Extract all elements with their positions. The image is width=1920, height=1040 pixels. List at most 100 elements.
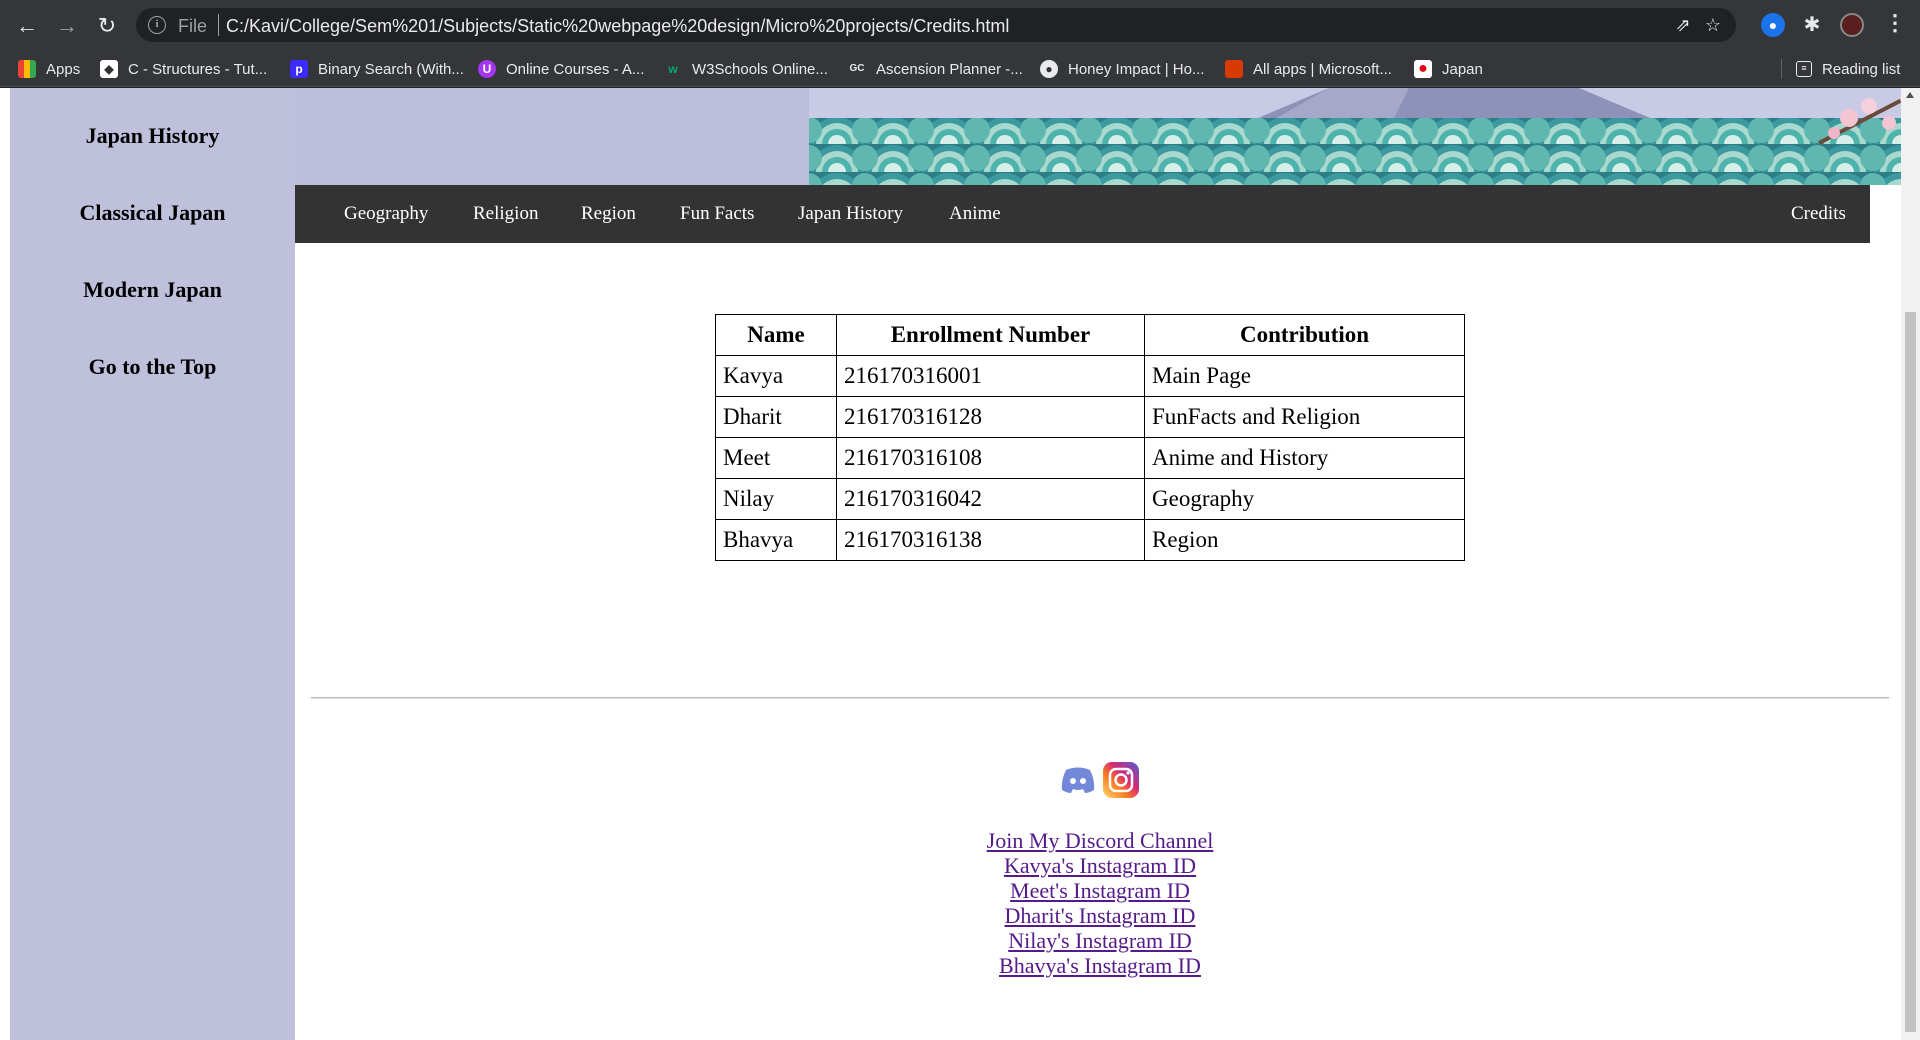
- tutorial-site-icon: ◆: [100, 60, 118, 78]
- column-header-name: Name: [715, 314, 837, 356]
- bookmark-star-icon[interactable]: ☆: [1702, 14, 1724, 36]
- apps-grid-icon: [18, 60, 36, 78]
- cell-contribution: Geography: [1144, 478, 1465, 520]
- extensions-puzzle-icon[interactable]: ✱: [1800, 13, 1824, 37]
- cell-name: Nilay: [715, 478, 837, 520]
- cell-name: Meet: [715, 437, 837, 479]
- page-viewport: Japan History Classical Japan Modern Jap…: [0, 88, 1920, 1040]
- programiz-icon: p: [290, 60, 308, 78]
- link-bhavya-instagram[interactable]: Bhavya's Instagram ID: [0, 953, 1920, 978]
- bookmarks-divider: [1781, 59, 1782, 79]
- reading-list-button[interactable]: ≡ Reading list: [1796, 51, 1900, 87]
- microsoft-office-icon: [1225, 60, 1243, 78]
- instagram-icon[interactable]: [1102, 761, 1140, 799]
- table-row: Bhavya 216170316138 Region: [715, 519, 1465, 561]
- table-row: Nilay 216170316042 Geography: [715, 478, 1465, 520]
- social-icons: [1060, 760, 1140, 800]
- nav-link-religion[interactable]: Religion: [473, 185, 538, 243]
- back-arrow-icon[interactable]: ←: [13, 12, 41, 40]
- sidebar-item-japan-history[interactable]: Japan History: [10, 123, 295, 149]
- japan-flag-icon: ●: [1414, 60, 1432, 78]
- omnibox-divider: [218, 14, 219, 36]
- banner-image: [809, 88, 1920, 185]
- discord-icon[interactable]: [1060, 766, 1096, 794]
- top-navigation-bar: Geography Religion Region Fun Facts Japa…: [295, 185, 1870, 243]
- link-discord-channel[interactable]: Join My Discord Channel: [0, 828, 1920, 853]
- scrollbar-thumb[interactable]: [1905, 312, 1916, 1032]
- address-bar[interactable]: i File C:/Kavi/College/Sem%201/Subjects/…: [136, 8, 1736, 42]
- bookmark-label: Online Courses - A...: [506, 60, 645, 78]
- menu-kebab-icon[interactable]: ⋮: [1884, 10, 1906, 36]
- bookmark-c-structures[interactable]: ◆ C - Structures - Tut...: [100, 51, 267, 87]
- vertical-scrollbar[interactable]: [1901, 88, 1920, 1040]
- nav-link-anime[interactable]: Anime: [949, 185, 1001, 243]
- table-header-row: Name Enrollment Number Contribution: [715, 314, 1465, 356]
- cell-contribution: FunFacts and Religion: [1144, 396, 1465, 438]
- credits-table: Name Enrollment Number Contribution Kavy…: [715, 314, 1465, 561]
- bookmark-label: All apps | Microsoft...: [1253, 60, 1392, 78]
- column-header-contribution: Contribution: [1144, 314, 1465, 356]
- nav-link-region[interactable]: Region: [581, 185, 636, 243]
- bookmark-japan[interactable]: ● Japan: [1414, 51, 1483, 87]
- bookmark-apps[interactable]: Apps: [18, 51, 80, 87]
- bookmark-label: Apps: [46, 60, 81, 78]
- sidebar-item-go-to-top[interactable]: Go to the Top: [10, 354, 295, 380]
- link-kavya-instagram[interactable]: Kavya's Instagram ID: [0, 853, 1920, 878]
- cell-contribution: Main Page: [1144, 355, 1465, 397]
- link-nilay-instagram[interactable]: Nilay's Instagram ID: [0, 928, 1920, 953]
- cell-enrollment: 216170316001: [836, 355, 1145, 397]
- reading-list-icon: ≡: [1796, 61, 1812, 77]
- bookmark-label: Binary Search (With...: [318, 60, 464, 78]
- bookmark-online-courses[interactable]: U Online Courses - A...: [478, 51, 644, 87]
- nav-link-geography[interactable]: Geography: [344, 185, 428, 243]
- bookmark-binary-search[interactable]: p Binary Search (With...: [290, 51, 464, 87]
- bookmark-microsoft-apps[interactable]: All apps | Microsoft...: [1225, 51, 1392, 87]
- cell-enrollment: 216170316108: [836, 437, 1145, 479]
- cell-enrollment: 216170316138: [836, 519, 1145, 561]
- w3schools-icon: w: [668, 62, 678, 76]
- scroll-up-arrow-icon[interactable]: [1906, 92, 1914, 98]
- reading-list-label: Reading list: [1822, 60, 1901, 78]
- cell-enrollment: 216170316128: [836, 396, 1145, 438]
- link-meet-instagram[interactable]: Meet's Instagram ID: [0, 878, 1920, 903]
- cell-name: Bhavya: [715, 519, 837, 561]
- reload-icon[interactable]: ↻: [93, 12, 121, 40]
- cell-contribution: Region: [1144, 519, 1465, 561]
- cell-contribution: Anime and History: [1144, 437, 1465, 479]
- bookmark-ascension-planner[interactable]: GC Ascension Planner -...: [848, 51, 1023, 87]
- udemy-icon: U: [478, 60, 496, 78]
- bookmark-label: W3Schools Online...: [692, 60, 828, 78]
- footer-links: Join My Discord Channel Kavya's Instagra…: [0, 828, 1920, 978]
- profile-avatar-icon[interactable]: [1840, 13, 1864, 37]
- table-row: Dharit 216170316128 FunFacts and Religio…: [715, 396, 1465, 438]
- bookmarks-bar: Apps ◆ C - Structures - Tut... p Binary …: [0, 51, 1920, 87]
- sidebar-item-classical-japan[interactable]: Classical Japan: [10, 200, 295, 226]
- bookmark-label: Japan: [1442, 60, 1483, 78]
- forward-arrow-icon[interactable]: →: [53, 12, 81, 40]
- table-row: Meet 216170316108 Anime and History: [715, 437, 1465, 479]
- info-icon[interactable]: i: [148, 16, 166, 34]
- nav-link-fun-facts[interactable]: Fun Facts: [680, 185, 754, 243]
- nav-link-japan-history[interactable]: Japan History: [798, 185, 903, 243]
- cell-name: Kavya: [715, 355, 837, 397]
- genshin-center-icon: GC: [849, 63, 865, 74]
- bookmark-label: Honey Impact | Ho...: [1068, 60, 1205, 78]
- bookmark-label: C - Structures - Tut...: [128, 60, 268, 78]
- nav-link-credits[interactable]: Credits: [1791, 185, 1846, 243]
- bookmark-w3schools[interactable]: w W3Schools Online...: [664, 51, 828, 87]
- share-icon[interactable]: ⇗: [1672, 14, 1694, 36]
- extension-icon[interactable]: ●: [1761, 13, 1785, 37]
- honey-impact-icon: ●: [1040, 60, 1058, 78]
- bookmark-label: Ascension Planner -...: [876, 60, 1023, 78]
- column-header-enrollment: Enrollment Number: [836, 314, 1145, 356]
- link-dharit-instagram[interactable]: Dharit's Instagram ID: [0, 903, 1920, 928]
- browser-toolbar: ← → ↻ i File C:/Kavi/College/Sem%201/Sub…: [0, 0, 1920, 51]
- cell-name: Dharit: [715, 396, 837, 438]
- bookmark-honey-impact[interactable]: ● Honey Impact | Ho...: [1040, 51, 1204, 87]
- url-scheme-label: File: [178, 16, 208, 36]
- header-banner: [295, 88, 1920, 185]
- cell-enrollment: 216170316042: [836, 478, 1145, 520]
- sidebar-item-modern-japan[interactable]: Modern Japan: [10, 277, 295, 303]
- url-text[interactable]: C:/Kavi/College/Sem%201/Subjects/Static%…: [226, 16, 1009, 37]
- table-row: Kavya 216170316001 Main Page: [715, 355, 1465, 397]
